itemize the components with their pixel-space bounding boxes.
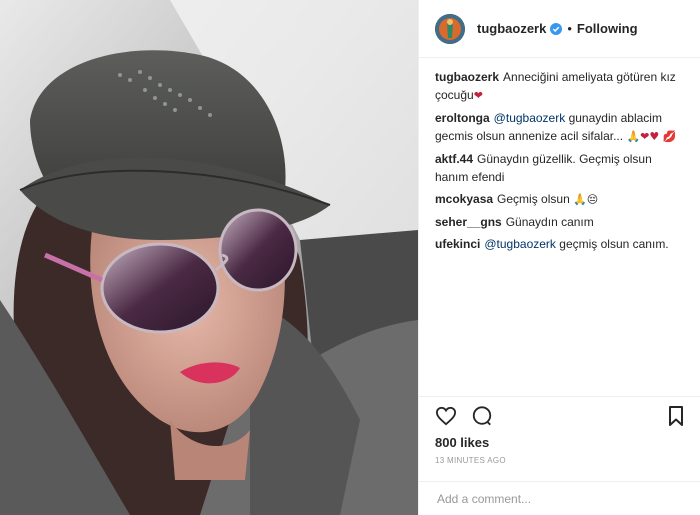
instagram-post: tugbaozerk • Following tugbaozerk Anneciğ… [0, 0, 700, 515]
comment-icon[interactable] [471, 405, 493, 427]
following-button[interactable]: Following [577, 21, 638, 36]
post-header: tugbaozerk • Following [419, 0, 700, 58]
comment-emoji: 🙏😔 [573, 193, 599, 206]
comment-caption: tugbaozerk Anneciğini ameliyata götüren k… [435, 68, 684, 105]
selfie-image [0, 0, 418, 515]
post-photo[interactable] [0, 0, 418, 515]
comment-text: geçmiş olsun canım. [559, 237, 669, 251]
comment-emoji: 🙏❤♥ 💋 [626, 130, 677, 143]
comment-username[interactable]: aktf.44 [435, 152, 473, 166]
comment-username[interactable]: ufekinci [435, 237, 480, 251]
avatar-image [435, 13, 465, 44]
likes-count[interactable]: 800 likes [435, 435, 684, 450]
comment-text: Günaydın canım [505, 215, 594, 229]
post-details-panel: tugbaozerk • Following tugbaozerk Anneciğ… [418, 0, 700, 515]
header-separator: • [567, 21, 572, 36]
comment-emoji: ❤ [473, 89, 483, 102]
comment-username[interactable]: seher__gns [435, 215, 502, 229]
heart-icon[interactable] [435, 406, 457, 426]
add-comment-bar [419, 481, 700, 515]
add-comment-input[interactable] [435, 490, 684, 507]
comment-item: eroltonga @tugbaozerk gunaydin ablacim ge… [435, 109, 684, 146]
comment-mention[interactable]: @tugbaozerk [494, 111, 566, 125]
comment-item: aktf.44 Günaydın güzellik. Geçmiş olsun h… [435, 150, 684, 186]
action-icons [435, 397, 684, 435]
comment-username[interactable]: eroltonga [435, 111, 490, 125]
comment-username[interactable]: tugbaozerk [435, 70, 499, 84]
bookmark-icon[interactable] [668, 406, 684, 426]
post-timestamp: 13 minutes ago [435, 456, 506, 465]
comment-username[interactable]: mcokyasa [435, 192, 493, 206]
verified-badge-icon [550, 22, 563, 35]
comment-item: seher__gns Günaydın canım [435, 213, 684, 231]
comments-list: tugbaozerk Anneciğini ameliyata götüren k… [419, 58, 700, 386]
comment-item: mcokyasa Geçmiş olsun 🙏😔 [435, 190, 684, 209]
header-username[interactable]: tugbaozerk [477, 21, 546, 36]
comment-text: Geçmiş olsun [497, 192, 570, 206]
comment-item: ufekinci @tugbaozerk geçmiş olsun canım. [435, 235, 684, 253]
post-actions: 800 likes 13 minutes ago [419, 396, 700, 465]
avatar[interactable] [435, 13, 465, 44]
comment-mention[interactable]: @tugbaozerk [484, 237, 556, 251]
